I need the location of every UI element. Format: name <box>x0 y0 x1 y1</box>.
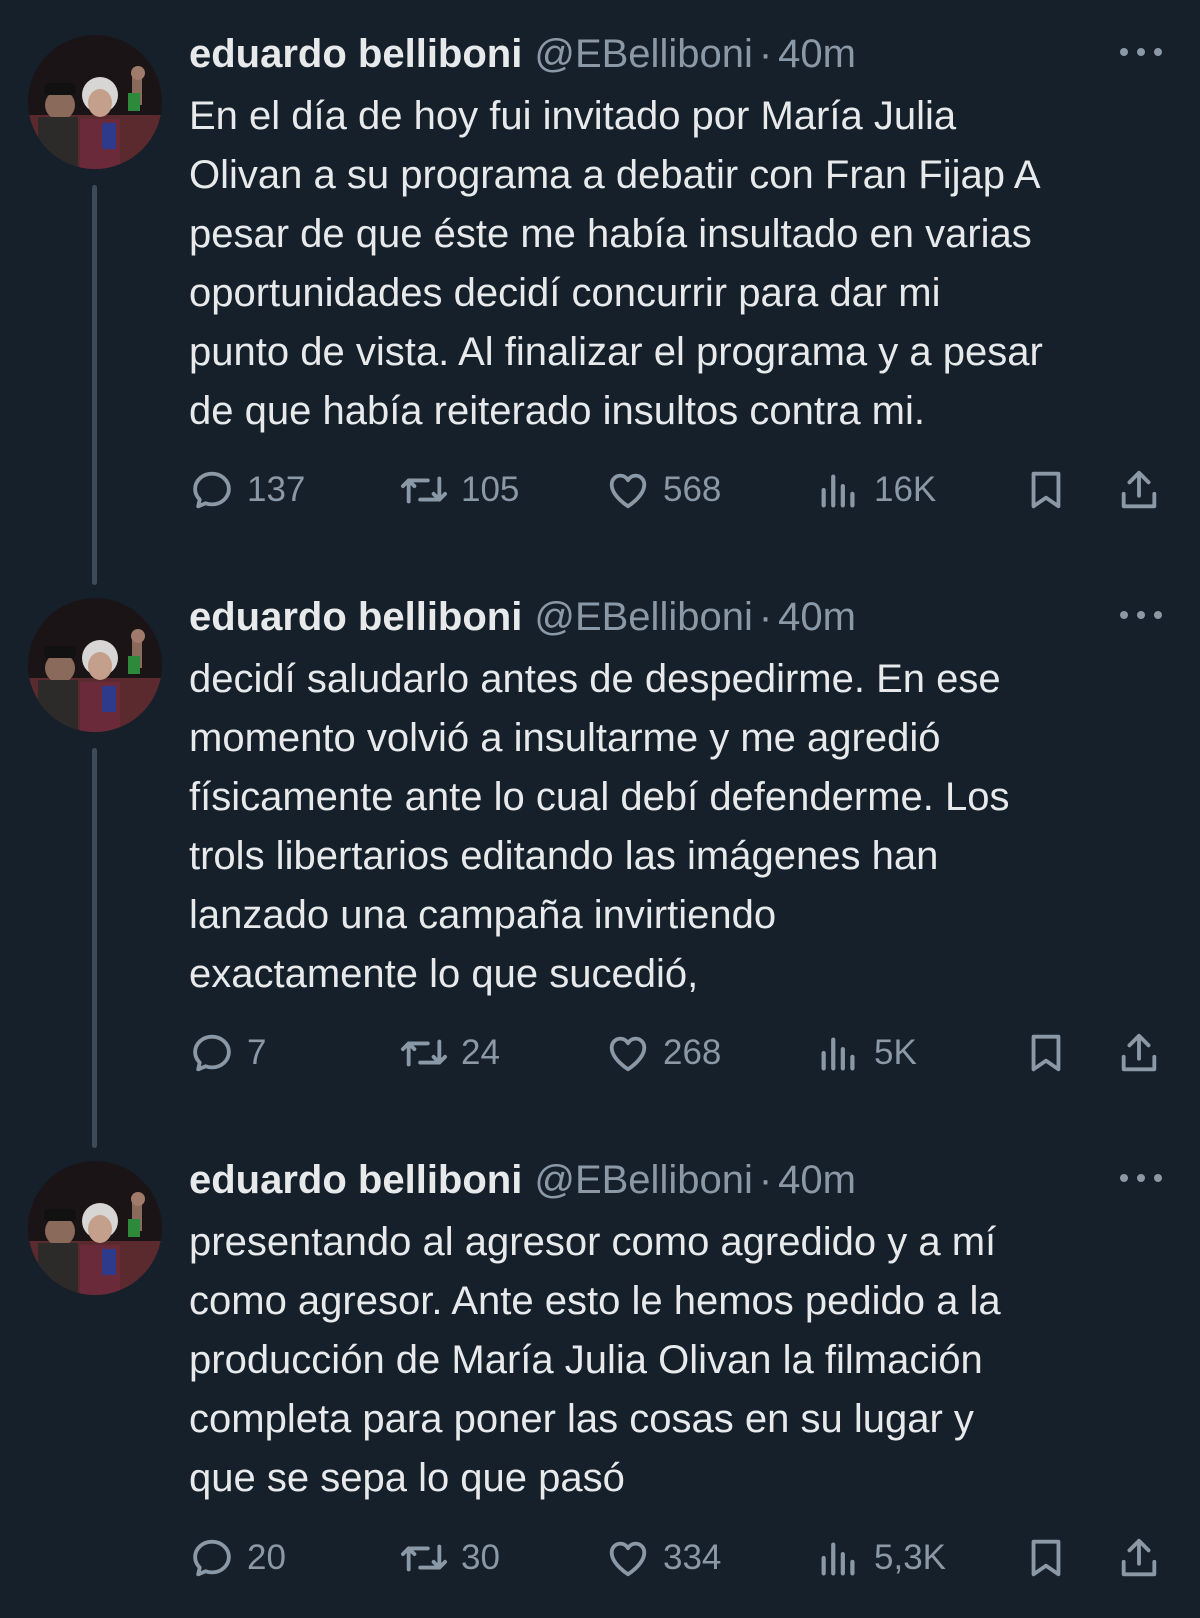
tweet-text-line: que se sepa lo que pasó <box>189 1456 625 1500</box>
reply-count: 137 <box>247 470 306 509</box>
tweet-text-line: Olivan a su programa a debatir con Fran … <box>189 153 1041 197</box>
views-count: 5K <box>874 1033 917 1072</box>
tweet-text-line: exactamente lo que sucedió, <box>189 952 699 996</box>
like-count: 568 <box>663 470 722 509</box>
username[interactable]: @EBelliboni <box>534 595 753 639</box>
share-icon <box>1121 1538 1157 1577</box>
reply-count: 20 <box>247 1538 286 1577</box>
timestamp[interactable]: 40m <box>778 32 856 76</box>
tweet-header: eduardo belliboni @EBelliboni · 40m <box>189 26 1169 82</box>
tweet-header: eduardo belliboni @EBelliboni · 40m <box>189 1152 1169 1208</box>
retweet-count: 30 <box>461 1538 500 1577</box>
views-icon <box>821 474 855 508</box>
retweet-count: 24 <box>461 1033 500 1072</box>
separator: · <box>758 595 773 639</box>
retweet-icon <box>400 1544 447 1572</box>
like-button[interactable]: 334 <box>605 1528 721 1588</box>
share-icon <box>1121 470 1157 509</box>
tweet-text: En el día de hoy fui invitado por María … <box>189 87 1174 441</box>
views-count: 16K <box>874 470 937 509</box>
heart-icon <box>609 473 647 509</box>
tweet-text-line: decidí saludarlo antes de despedirme. En… <box>189 657 1001 701</box>
share-button[interactable] <box>1116 1023 1162 1083</box>
timestamp[interactable]: 40m <box>778 595 856 639</box>
tweet[interactable]: eduardo belliboni @EBelliboni · 40m decidí … <box>0 563 1200 1148</box>
tweet-text-line: punto de vista. Al finalizar el programa… <box>189 330 1043 374</box>
retweet-icon <box>400 476 447 504</box>
tweet-text-line: completa para poner las cosas en su luga… <box>189 1397 974 1441</box>
share-button[interactable] <box>1116 460 1162 520</box>
more-icon[interactable] <box>1120 1172 1164 1184</box>
username[interactable]: @EBelliboni <box>534 1158 753 1202</box>
separator: · <box>758 32 773 76</box>
retweet-count: 105 <box>461 470 520 509</box>
tweet[interactable]: eduardo belliboni @EBelliboni · 40m present… <box>0 1126 1200 1618</box>
bookmark-button[interactable] <box>1023 460 1069 520</box>
avatar[interactable] <box>28 1161 162 1295</box>
share-icon <box>1121 1033 1157 1072</box>
action-bar: 20 30 334 5,3K <box>189 1528 1169 1588</box>
more-icon[interactable] <box>1120 609 1164 621</box>
tweet-text-line: físicamente ante lo cual debí defenderme… <box>189 775 1010 819</box>
views-button[interactable]: 5K <box>816 1023 917 1083</box>
reply-count: 7 <box>247 1033 267 1072</box>
tweet-text-line: lanzado una campaña invirtiendo <box>189 893 777 937</box>
tweet-text-line: En el día de hoy fui invitado por María … <box>189 94 957 138</box>
reply-icon <box>193 471 231 509</box>
tweet-text: decidí saludarlo antes de despedirme. En… <box>189 650 1174 1004</box>
tweet-text-line: producción de María Julia Olivan la film… <box>189 1338 983 1382</box>
more-icon[interactable] <box>1120 46 1164 58</box>
like-button[interactable]: 268 <box>605 1023 721 1083</box>
tweet-text-line: momento volvió a insultarme y me agredió <box>189 716 941 760</box>
reply-button[interactable]: 137 <box>189 460 305 520</box>
heart-icon <box>609 1541 647 1577</box>
separator: · <box>758 1158 773 1202</box>
reply-icon <box>193 1034 231 1072</box>
display-name[interactable]: eduardo belliboni <box>189 595 522 639</box>
views-count: 5,3K <box>874 1538 946 1577</box>
thread-line <box>92 185 97 585</box>
display-name[interactable]: eduardo belliboni <box>189 32 522 76</box>
avatar[interactable] <box>28 598 162 732</box>
bookmark-icon <box>1031 471 1061 509</box>
like-count: 334 <box>663 1538 722 1577</box>
tweet-text-line: como agresor. Ante esto le hemos pedido … <box>189 1279 1001 1323</box>
tweet-text-line: oportunidades decidí concurrir para dar … <box>189 271 941 315</box>
timestamp[interactable]: 40m <box>778 1158 856 1202</box>
views-button[interactable]: 16K <box>816 460 936 520</box>
share-button[interactable] <box>1116 1528 1162 1588</box>
bookmark-icon <box>1031 1034 1061 1072</box>
reply-icon <box>193 1539 231 1577</box>
retweet-button[interactable]: 24 <box>399 1023 500 1083</box>
tweet-text-line: trols libertarios editando las imágenes … <box>189 834 939 878</box>
username[interactable]: @EBelliboni <box>534 32 753 76</box>
views-icon <box>821 1542 855 1576</box>
bookmark-icon <box>1031 1539 1061 1577</box>
retweet-button[interactable]: 105 <box>399 460 519 520</box>
bookmark-button[interactable] <box>1023 1528 1069 1588</box>
tweet[interactable]: eduardo belliboni @EBelliboni · 40m En el d… <box>0 0 1200 585</box>
action-bar: 137 105 568 16K <box>189 460 1169 520</box>
bookmark-button[interactable] <box>1023 1023 1069 1083</box>
views-button[interactable]: 5,3K <box>816 1528 946 1588</box>
heart-icon <box>609 1036 647 1072</box>
retweet-button[interactable]: 30 <box>399 1528 500 1588</box>
tweet-text: presentando al agresor como agredido y a… <box>189 1213 1174 1508</box>
like-count: 268 <box>663 1033 722 1072</box>
avatar[interactable] <box>28 35 162 169</box>
tweet-text-line: pesar de que éste me había insultado en … <box>189 212 1032 256</box>
tweet-header: eduardo belliboni @EBelliboni · 40m <box>189 589 1169 645</box>
tweet-text-line: de que había reiterado insultos contra m… <box>189 389 925 433</box>
action-bar: 7 24 268 5K <box>189 1023 1169 1083</box>
thread-line <box>92 748 97 1148</box>
display-name[interactable]: eduardo belliboni <box>189 1158 522 1202</box>
reply-button[interactable]: 20 <box>189 1528 286 1588</box>
views-icon <box>821 1037 855 1071</box>
like-button[interactable]: 568 <box>605 460 721 520</box>
retweet-icon <box>400 1039 447 1067</box>
reply-button[interactable]: 7 <box>189 1023 266 1083</box>
tweet-text-line: presentando al agresor como agredido y a… <box>189 1220 997 1264</box>
